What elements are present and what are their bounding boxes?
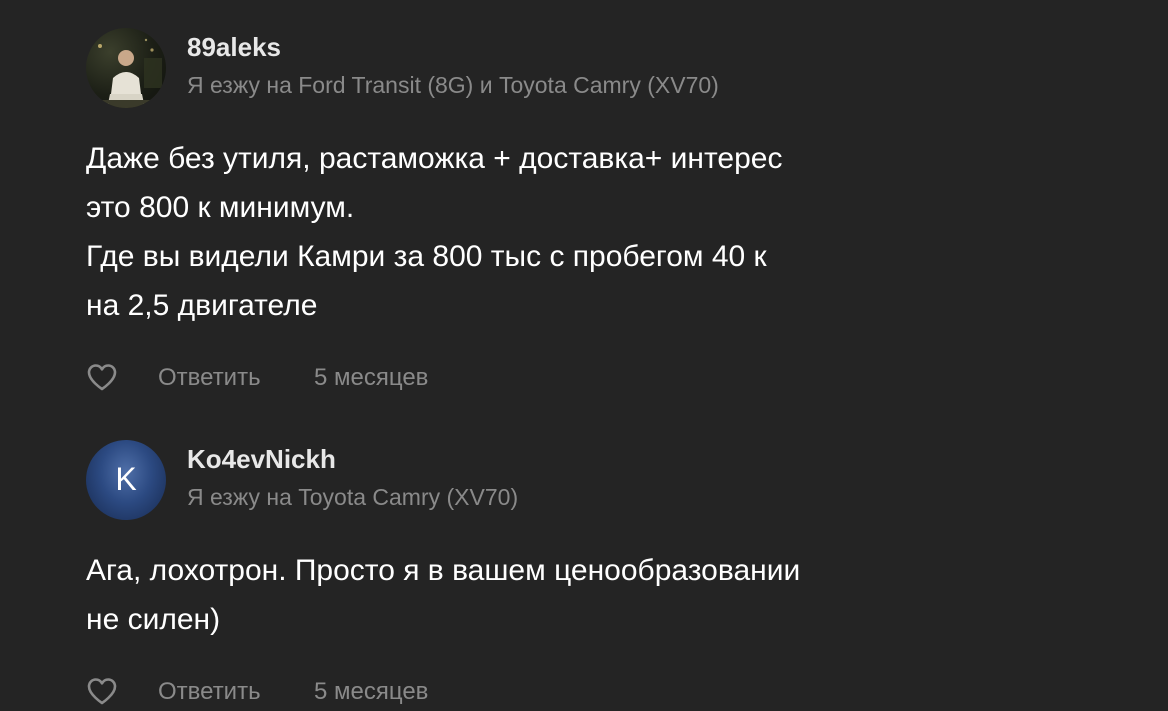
heart-outline-icon[interactable] (86, 362, 118, 392)
comment-text-line: Где вы видели Камри за 800 тыс с пробего… (86, 240, 767, 273)
user-cars: Я езжу на Ford Transit (8G) и Toyota Cam… (187, 72, 719, 98)
username[interactable]: Ko4evNickh (187, 444, 336, 475)
reply-button[interactable]: Ответить (158, 364, 261, 392)
comment-time: 5 месяцев (314, 678, 429, 705)
comment-text: Даже без утиля, растаможка + доставка+ и… (86, 134, 986, 330)
comment: K Ko4evNickh Я езжу на Toyota Camry (XV7… (86, 440, 1086, 710)
comment-actions: Ответить 5 месяцев (86, 360, 1086, 396)
comment-text-line: Ага, лохотрон. Просто я в вашем ценообра… (86, 554, 801, 587)
username[interactable]: 89aleks (187, 32, 281, 63)
user-cars: Я езжу на Toyota Camry (XV70) (187, 484, 519, 510)
comment-time: 5 месяцев (314, 364, 429, 391)
comment-text-line: на 2,5 двигателе (86, 289, 318, 322)
comment-text-line: Даже без утиля, растаможка + доставка+ и… (86, 142, 783, 175)
comment: 89aleks Я езжу на Ford Transit (8G) и To… (86, 28, 1086, 396)
avatar-letter: K (115, 460, 137, 497)
reply-button[interactable]: Ответить (158, 678, 261, 706)
comment-text-line: это 800 к минимум. (86, 191, 355, 224)
comment-text-line: не силен) (86, 603, 221, 636)
heart-outline-icon[interactable] (86, 676, 118, 706)
comment-actions: Ответить 5 месяцев (86, 674, 1086, 710)
comment-header: K Ko4evNickh Я езжу на Toyota Camry (XV7… (86, 440, 1086, 520)
comment-header: 89aleks Я езжу на Ford Transit (8G) и To… (86, 28, 1086, 108)
comment-text: Ага, лохотрон. Просто я в вашем ценообра… (86, 546, 986, 644)
user-photo-avatar-icon (86, 38, 166, 108)
avatar[interactable] (86, 28, 166, 108)
avatar[interactable]: K (86, 440, 166, 520)
